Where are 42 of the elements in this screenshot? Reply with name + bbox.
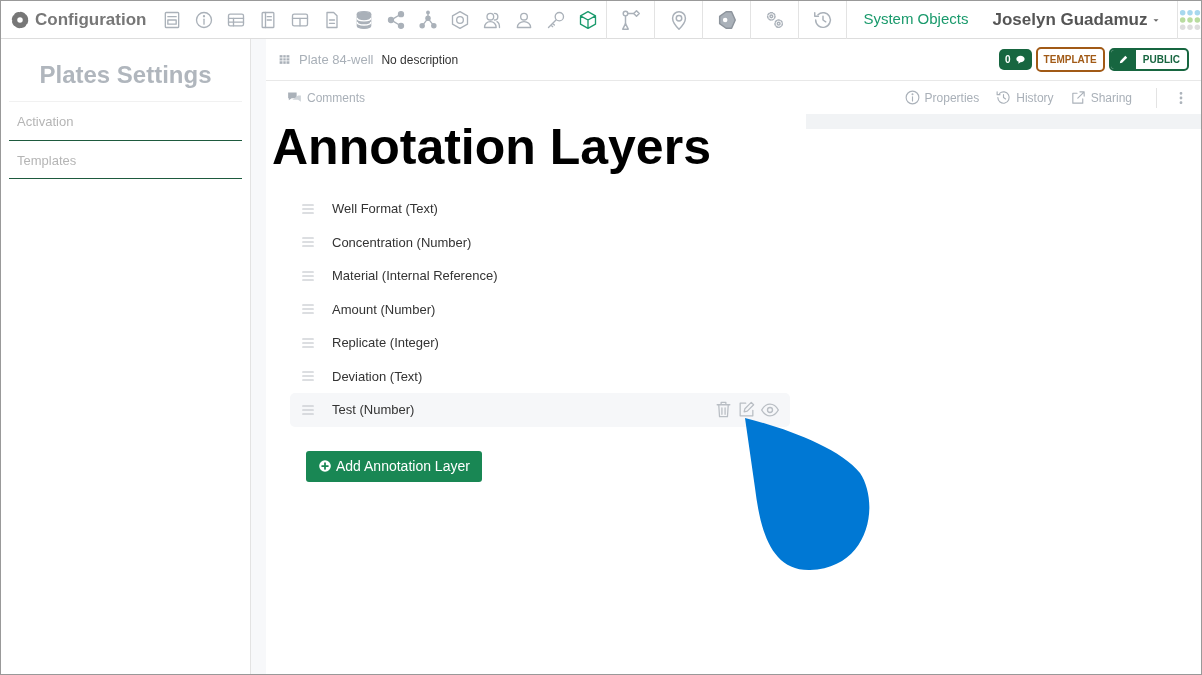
speech-bubble-icon [1014, 54, 1026, 65]
grid-icon [278, 53, 291, 66]
layer-row[interactable]: Concentration (Number) [290, 225, 790, 259]
layer-row[interactable]: Deviation (Text) [290, 359, 790, 393]
layer-row[interactable]: Material (Internal Reference) [290, 259, 790, 293]
layer-row[interactable]: Well Format (Text) [290, 192, 790, 226]
branch-icon[interactable] [619, 8, 642, 31]
share-icon[interactable] [386, 9, 407, 30]
layer-label: Concentration (Number) [332, 233, 472, 252]
layer-label: Replicate (Integer) [332, 334, 439, 352]
layer-label: Material (Internal Reference) [332, 267, 498, 285]
info-icon [903, 89, 921, 106]
layer-row[interactable]: Test (Number) [290, 393, 790, 427]
template-badge: TEMPLATE [1035, 47, 1105, 72]
layer-row[interactable]: Replicate (Integer) [290, 326, 790, 360]
sidebar-title: Plates Settings [9, 39, 242, 102]
plus-circle-icon [318, 459, 332, 473]
app-grid-icon[interactable] [1178, 8, 1201, 31]
share-icon [1069, 89, 1087, 106]
layer-row[interactable]: Amount (Number) [290, 292, 790, 326]
layer-label: Well Format (Text) [332, 200, 438, 218]
trash-icon[interactable] [714, 399, 733, 419]
app-title: Configuration [35, 8, 147, 31]
layer-label: Amount (Number) [332, 300, 436, 319]
record-title: Plate 84-well [299, 50, 374, 69]
comment-count-badge[interactable]: 0 [999, 49, 1032, 70]
key-icon[interactable] [546, 9, 567, 30]
layer-label: Test (Number) [332, 401, 415, 419]
network-icon[interactable] [418, 9, 439, 30]
info-icon[interactable] [194, 9, 215, 30]
cube-icon[interactable] [578, 9, 599, 30]
pencil-icon [1117, 54, 1129, 65]
record-description: No description [381, 51, 459, 69]
hexagon-icon[interactable] [450, 9, 471, 30]
layer-label: Deviation (Text) [332, 367, 423, 386]
system-objects-link[interactable]: System Objects [863, 8, 969, 31]
user-menu[interactable]: Joselyn Guadamuz [992, 6, 1162, 33]
edit-icon[interactable] [737, 399, 756, 419]
history-icon [995, 89, 1013, 106]
add-annotation-layer-button[interactable]: Add Annotation Layer [306, 450, 482, 482]
page-heading: Annotation Layers [271, 118, 712, 177]
public-badge[interactable]: PUBLIC [1108, 48, 1189, 71]
